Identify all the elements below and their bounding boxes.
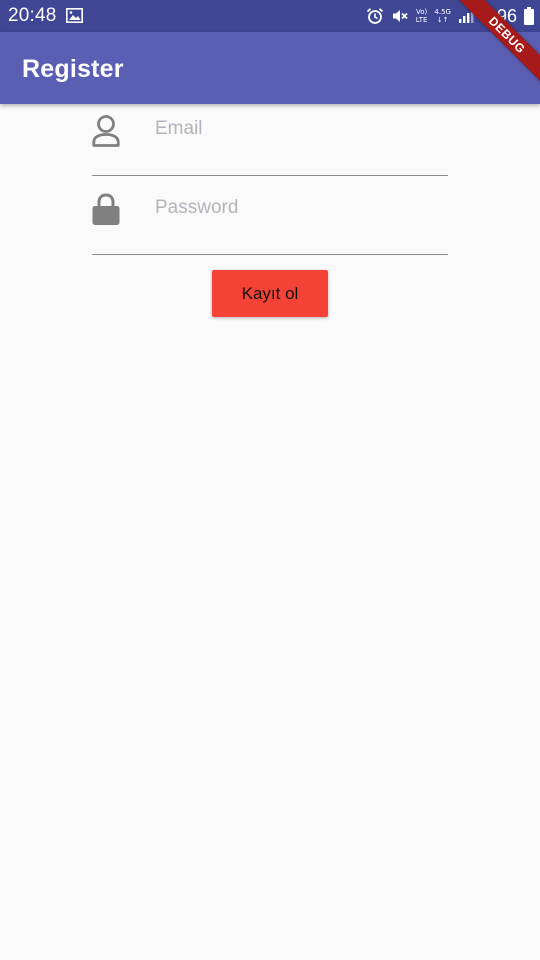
mute-icon xyxy=(392,10,408,22)
alarm-icon xyxy=(366,8,383,24)
password-underline xyxy=(92,254,448,255)
password-input[interactable] xyxy=(155,196,448,220)
volte-top-label: Vo) xyxy=(415,8,428,16)
register-button[interactable]: Kayıt ol xyxy=(212,270,328,317)
app-bar: Register xyxy=(0,32,540,104)
volte-icon: Vo) LTE xyxy=(416,8,428,24)
password-field-row xyxy=(92,104,448,255)
network-type-label: 4.5G xyxy=(434,8,451,16)
status-bar: 20:48 Vo) LTE 4.5G ↓↑ %96 xyxy=(0,0,540,32)
network-arrows-label: ↓↑ xyxy=(436,16,449,24)
status-icons: Vo) LTE 4.5G ↓↑ %96 xyxy=(366,4,534,28)
volte-bottom-label: LTE xyxy=(415,16,428,24)
network-4.5g-icon: 4.5G ↓↑ xyxy=(434,8,451,24)
register-form xyxy=(92,104,448,264)
battery-percent: %96 xyxy=(480,6,517,26)
register-screen: 20:48 Vo) LTE 4.5G ↓↑ %96 Register DEBUG… xyxy=(0,0,540,960)
lock-icon xyxy=(92,193,120,225)
signal-icon xyxy=(458,10,474,23)
battery-icon xyxy=(524,7,534,25)
page-title: Register xyxy=(22,55,124,83)
status-time: 20:48 xyxy=(8,5,57,26)
form-fields xyxy=(92,104,448,264)
gallery-icon xyxy=(66,8,83,23)
